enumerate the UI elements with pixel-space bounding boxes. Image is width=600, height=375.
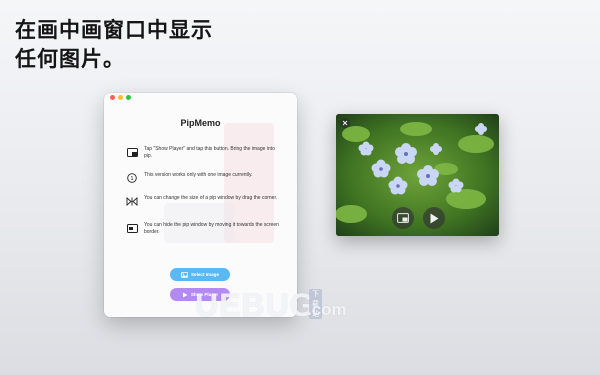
feature-row: You can change the size of a pip window … (126, 195, 281, 206)
feature-row: 1 This version works only with one image… (126, 172, 281, 183)
pip-close-button[interactable] (340, 118, 350, 128)
pipmemo-window: PipMemo Tap "Show Player" and tap this b… (104, 93, 297, 317)
feature-row: You can hide the pip window by moving it… (126, 222, 281, 235)
select-image-button[interactable]: Select Image (170, 268, 230, 281)
single-image-icon: 1 (126, 173, 138, 183)
pip-play-button[interactable] (423, 207, 445, 229)
watermark-domain: .com (307, 300, 347, 319)
pip-icon (397, 213, 409, 223)
feature-text: Tap "Show Player" and tap this button. B… (144, 146, 275, 159)
svg-text:1: 1 (130, 176, 133, 182)
minimize-window-button[interactable] (118, 95, 123, 100)
maximize-window-button[interactable] (126, 95, 131, 100)
headline-line-2: 任何图片。 (15, 47, 125, 71)
play-icon (430, 213, 439, 223)
feature-text: You can change the size of a pip window … (144, 195, 278, 201)
feature-text: This version works only with one image c… (144, 172, 253, 178)
app-title: PipMemo (180, 118, 221, 128)
feature-text: You can hide the pip window by moving it… (144, 222, 279, 235)
headline-line-1: 在画中画窗口中显示 (15, 18, 213, 42)
feature-row: Tap "Show Player" and tap this button. B… (126, 146, 281, 159)
hide-window-icon (126, 223, 138, 233)
flower-photo (336, 114, 499, 236)
resize-icon (126, 196, 138, 206)
watermark-brand: UEBUG (195, 287, 316, 323)
close-icon (342, 120, 348, 126)
photo-icon (180, 271, 188, 278)
play-icon (182, 292, 188, 297)
close-window-button[interactable] (110, 95, 115, 100)
pip-window-icon (126, 147, 138, 157)
window-controls (110, 95, 131, 100)
pip-toggle-button[interactable] (392, 207, 414, 229)
pip-window[interactable] (336, 114, 499, 236)
watermark: UEBUG 下载站 .com (195, 287, 347, 324)
promo-headline: 在画中画窗口中显示 任何图片。 (15, 16, 213, 74)
select-image-label: Select Image (190, 272, 220, 277)
